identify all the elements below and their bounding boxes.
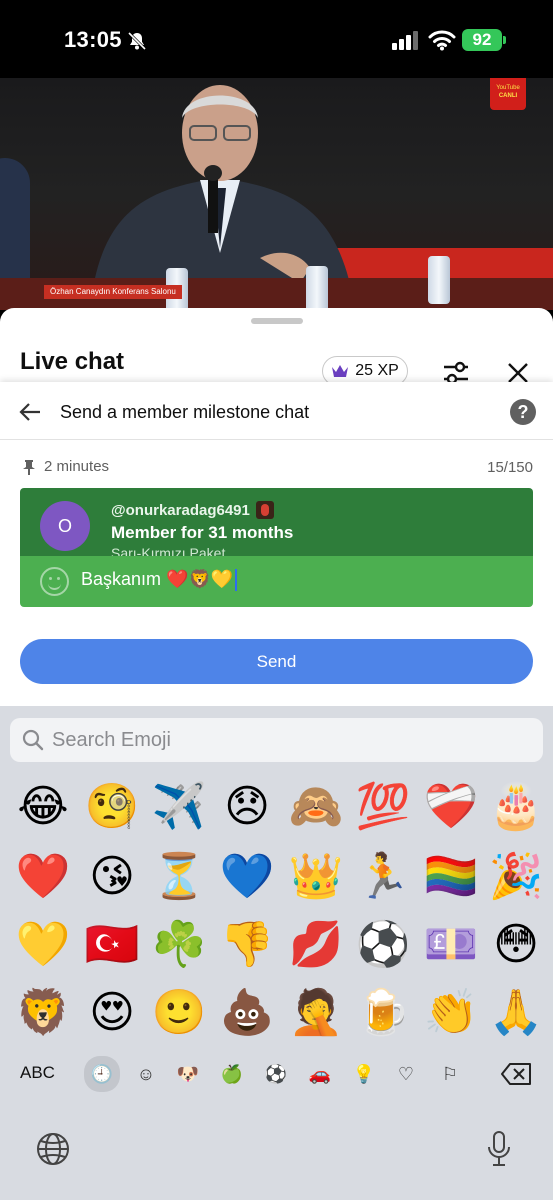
video-ticker: Özhan Canaydın Konferans Salonu [44, 285, 182, 299]
category-animals-icon[interactable]: 🐶 [172, 1058, 204, 1090]
emoji-key[interactable]: 👑 [285, 846, 347, 908]
microphone-icon[interactable] [486, 1130, 512, 1168]
live-chat-title: Live chat [20, 348, 125, 375]
emoji-keyboard: Search Emoji 😂 🧐 ✈️ 😞 🙈 💯 ❤️‍🩹 🎂 ❤️ 😘 ⏳ 💙 👑 🏃 🏳️‍🌈 🎉 💛 🇹🇷… [0, 706, 553, 1200]
pin-icon [23, 459, 35, 475]
emoji-key[interactable]: ⚽ [352, 914, 414, 976]
emoji-key[interactable]: ⏳ [148, 846, 210, 908]
crown-icon [332, 365, 349, 377]
search-icon [22, 729, 44, 751]
emoji-key[interactable]: 🍺 [352, 982, 414, 1044]
emoji-key[interactable]: 🇹🇷 [81, 914, 143, 976]
sheet-grabber[interactable] [251, 318, 303, 324]
signal-icon [392, 31, 418, 50]
backspace-icon[interactable] [500, 1062, 532, 1086]
card-header: O @onurkaradag6491 Member for 31 months … [20, 488, 533, 561]
pin-duration: 2 minutes [22, 458, 109, 475]
back-arrow-icon[interactable] [18, 400, 42, 424]
emoji-key[interactable]: 😞 [216, 776, 278, 838]
emoji-row: 🦁 😍 🙂 💩 🤦 🍺 👏 🙏 [0, 982, 553, 1044]
emoji-row: ❤️ 😘 ⏳ 💙 👑 🏃 🏳️‍🌈 🎉 [0, 846, 553, 908]
abc-key[interactable]: ABC [20, 1063, 55, 1083]
emoji-key[interactable]: 😘 [81, 846, 143, 908]
category-activity-icon[interactable]: ⚽ [260, 1058, 292, 1090]
emoji-key[interactable]: 👏 [420, 982, 482, 1044]
author-handle: @onurkaradag6491 [111, 501, 274, 519]
emoji-key[interactable]: 🤦 [285, 982, 347, 1044]
message-text: Başkanım ❤️🦁💛 [81, 569, 234, 589]
emoji-key[interactable]: ✈️ [148, 776, 210, 838]
live-badge-line2: CANLI [498, 93, 518, 99]
emoji-picker-icon[interactable] [40, 567, 69, 596]
emoji-key[interactable]: 🎉 [485, 846, 547, 908]
pin-duration-label: 2 minutes [44, 458, 110, 475]
author-handle-text: @onurkaradag6491 [111, 501, 250, 519]
emoji-key[interactable]: 😂 [12, 776, 74, 838]
emoji-key[interactable]: 🎂 [485, 776, 547, 838]
panel-title: Send a member milestone chat [60, 402, 310, 422]
battery-tip [503, 36, 506, 44]
emoji-row: 😂 🧐 ✈️ 😞 🙈 💯 ❤️‍🩹 🎂 [0, 776, 553, 838]
emoji-key[interactable]: 💷 [420, 914, 482, 976]
message-input-area[interactable]: Başkanım ❤️🦁💛 [20, 556, 533, 607]
battery-indicator: 92 [462, 29, 502, 51]
emoji-search-input[interactable]: Search Emoji [10, 718, 543, 762]
emoji-row: 💛 🇹🇷 ☘️ 👎 💋 ⚽ 💷 😳 [0, 914, 553, 976]
live-badge: YouTube CANLI [490, 78, 526, 110]
emoji-key[interactable]: 👎 [216, 914, 278, 976]
category-objects-icon[interactable]: 💡 [348, 1058, 380, 1090]
emoji-key[interactable]: 🦁 [12, 982, 74, 1044]
emoji-key[interactable]: ☘️ [148, 914, 210, 976]
emoji-key[interactable]: 😳 [485, 914, 547, 976]
emoji-key[interactable]: 💙 [216, 846, 278, 908]
emoji-key[interactable]: 🏳️‍🌈 [420, 846, 482, 908]
video-player[interactable]: Özhan Canaydın Konferans Salonu YouTube … [0, 78, 553, 310]
emoji-key[interactable]: 💋 [285, 914, 347, 976]
category-smileys-icon[interactable]: ☺ [130, 1058, 162, 1090]
text-caret [235, 569, 238, 592]
bell-muted-icon [127, 31, 147, 51]
emoji-key[interactable]: 🏃 [352, 846, 414, 908]
character-count: 15/150 [487, 459, 533, 476]
category-symbols-icon[interactable]: ♡ [390, 1058, 422, 1090]
emoji-key[interactable]: ❤️‍🩹 [420, 776, 482, 838]
wifi-icon [428, 30, 456, 51]
emoji-key[interactable]: 🧐 [81, 776, 143, 838]
avatar: O [40, 501, 90, 551]
category-food-icon[interactable]: 🍏 [216, 1058, 248, 1090]
emoji-key[interactable]: 💩 [216, 982, 278, 1044]
globe-icon[interactable] [36, 1132, 70, 1166]
emoji-key[interactable]: ❤️ [12, 846, 74, 908]
milestone-text: Member for 31 months [111, 523, 294, 542]
category-flags-icon[interactable]: ⚐ [434, 1058, 466, 1090]
emoji-key[interactable]: 😍 [81, 982, 143, 1044]
status-time: 13:05 [64, 27, 122, 52]
category-recent-icon[interactable]: 🕘 [84, 1056, 120, 1092]
help-icon[interactable]: ? [510, 399, 536, 425]
xp-label: 25 XP [355, 362, 399, 379]
status-bar: 13:05 92 [0, 0, 553, 78]
message-input[interactable]: Başkanım ❤️🦁💛 [81, 569, 238, 592]
emoji-key[interactable]: 🙈 [285, 776, 347, 838]
milestone-chat-panel: Send a member milestone chat ? 2 minutes… [0, 382, 553, 706]
search-placeholder: Search Emoji [52, 729, 171, 751]
video-bottle [306, 266, 328, 310]
member-badge-icon [255, 501, 274, 519]
live-badge-line1: YouTube [496, 85, 520, 91]
category-travel-icon[interactable]: 🚗 [304, 1058, 336, 1090]
emoji-key[interactable]: 💯 [352, 776, 414, 838]
milestone-preview-card: O @onurkaradag6491 Member for 31 months … [20, 488, 533, 607]
emoji-category-bar: ABC 🕘 ☺ 🐶 🍏 ⚽ 🚗 💡 ♡ ⚐ [0, 1054, 553, 1094]
send-button[interactable]: Send [20, 639, 533, 684]
emoji-key[interactable]: 🙂 [148, 982, 210, 1044]
panel-header: Send a member milestone chat ? [0, 382, 553, 440]
emoji-key[interactable]: 🙏 [485, 982, 547, 1044]
video-bottle [428, 256, 450, 304]
emoji-key[interactable]: 💛 [12, 914, 74, 976]
